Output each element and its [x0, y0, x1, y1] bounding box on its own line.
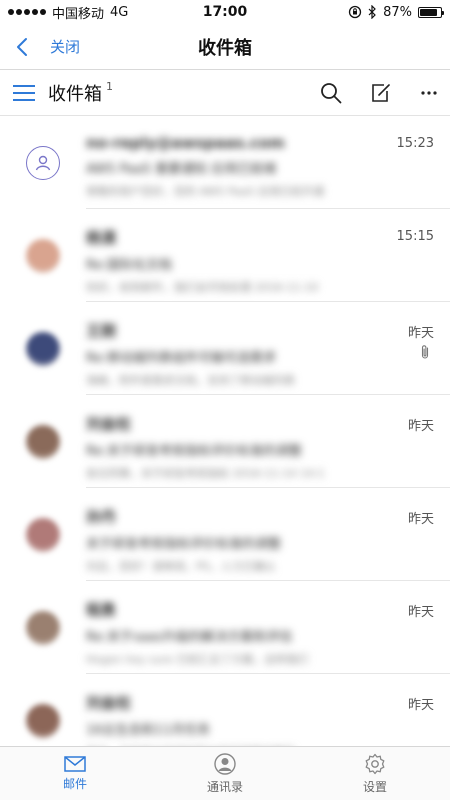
message-row[interactable]: 王刚 Re:移动端列表组件可输可选需求海峰，附件是需求文档，支持了移动端列表 昨天: [0, 302, 450, 395]
message-sender: 刘金柱: [86, 694, 132, 712]
folder-toolbar: 收件箱 1: [0, 70, 450, 116]
message-row[interactable]: 孙丹关于研发考核指标评价标准的调整 刘总，您好！请审阅，PS，人力已确认 昨天: [0, 488, 450, 581]
tab-bar: 邮件 通讯录 设置: [0, 746, 450, 800]
tab-contacts-label: 通讯录: [206, 779, 243, 794]
message-row[interactable]: 杨漠 Re:国际化文档你好，收到邮件，我们会尽快处理 2016-11-10 15:1…: [0, 209, 450, 302]
message-preview: 各位同事，关于研发考核指标 2016-11-14 14:1: [86, 467, 325, 480]
search-icon: [321, 82, 342, 103]
settings-icon: [365, 753, 385, 774]
status-left: 中国移动 4G: [8, 3, 348, 22]
avatar-container: [0, 302, 86, 395]
message-row[interactable]: 程勇 Re:关于saas升级的解决方案和评估 Hogen hey sure 已经汇总…: [0, 581, 450, 674]
chevron-left-icon: [17, 37, 27, 56]
message-subject: Re:国际化文档: [86, 258, 172, 273]
avatar: [26, 331, 60, 366]
message-sender: no-reply@awspaas.com: [86, 134, 285, 152]
avatar-container: [0, 395, 86, 488]
message-content: 刘金柱16云生态和11月任务各位，今年的工作目标和计划已经基本确定昨天: [86, 674, 450, 746]
message-content: 刘金柱 Re:关于研发考核指标评价标准的调整各位同事，关于研发考核指标 2016-…: [86, 395, 450, 488]
message-time: 15:23: [396, 136, 434, 151]
message-subject: 关于研发考核指标评价标准的调整: [86, 537, 282, 552]
message-time: 昨天: [407, 512, 434, 527]
message-sender: 刘金柱: [86, 415, 132, 433]
carrier-label: 中国移动: [52, 6, 105, 22]
message-content: 孙丹关于研发考核指标评价标准的调整 刘总，您好！请审阅，PS，人力已确认 昨天: [86, 488, 450, 581]
message-row[interactable]: 刘金柱16云生态和11月任务各位，今年的工作目标和计划已经基本确定昨天: [0, 674, 450, 746]
compose-icon: [372, 83, 390, 102]
message-time: 昨天: [407, 698, 434, 713]
message-preview: Hogen hey sure 已经汇总了方案，这样我们: [86, 653, 309, 666]
message-time: 昨天: [407, 605, 434, 620]
status-right: 87%: [348, 4, 444, 20]
status-bar: 中国移动 4G 17:00 87%: [0, 0, 450, 24]
search-button[interactable]: [320, 82, 342, 104]
avatar: [26, 424, 60, 459]
message-subject: Re:关于saas升级的解决方案和评估: [86, 630, 293, 645]
navigation-bar: 关闭 收件箱: [0, 24, 450, 70]
toolbar-actions: [320, 82, 438, 104]
avatar: [26, 517, 60, 552]
more-button[interactable]: [420, 90, 438, 96]
more-icon: [421, 90, 437, 95]
signal-strength-icon: [8, 9, 46, 15]
attachment-icon: [420, 344, 430, 364]
avatar: [26, 238, 60, 273]
message-time: 昨天: [407, 326, 434, 341]
menu-button[interactable]: [12, 84, 36, 102]
compose-button[interactable]: [370, 82, 392, 104]
message-content: no-reply@awspaas.com AWS PaaS 重要通知 应用已就绪尊…: [86, 116, 450, 209]
folder-title: 收件箱: [48, 83, 102, 105]
avatar: [26, 610, 60, 645]
message-preview: 尊敬的用户您好，您的 AWS PaaS 应用已经开通: [86, 185, 324, 198]
hamburger-icon: [13, 84, 35, 101]
close-button[interactable]: 关闭: [0, 36, 80, 57]
avatar-container: [0, 116, 86, 209]
tab-mail-label: 邮件: [62, 776, 87, 791]
tab-mail[interactable]: 邮件: [0, 747, 150, 800]
message-sender: 程勇: [86, 601, 117, 619]
message-row[interactable]: 刘金柱 Re:关于研发考核指标评价标准的调整各位同事，关于研发考核指标 2016-…: [0, 395, 450, 488]
bluetooth-icon: [368, 5, 376, 19]
avatar-container: [0, 674, 86, 746]
message-subject: 16云生态和11月任务: [86, 723, 211, 738]
avatar-container: [0, 581, 86, 674]
message-preview: 海峰，附件是需求文档，支持了移动端列表: [86, 374, 295, 387]
close-button-label: 关闭: [50, 38, 81, 56]
tab-contacts[interactable]: 通讯录: [150, 747, 300, 800]
message-preview: 刘总，您好！请审阅，PS，人力已确认: [86, 560, 276, 573]
avatar-container: [0, 488, 86, 581]
message-subject: Re:移动端列表组件可输可选需求: [86, 351, 276, 366]
message-preview: 你好，收到邮件，我们会尽快处理 2016-11-10: [86, 281, 319, 294]
message-sender: 杨漠: [86, 229, 117, 247]
unread-count: 1: [106, 80, 113, 93]
message-sender: 孙丹: [86, 508, 117, 526]
message-subject: AWS PaaS 重要通知 应用已就绪: [86, 162, 277, 177]
tab-settings-label: 设置: [362, 779, 387, 794]
avatar-container: [0, 209, 86, 302]
message-time: 昨天: [407, 419, 434, 434]
message-content: 程勇 Re:关于saas升级的解决方案和评估 Hogen hey sure 已经汇总…: [86, 581, 450, 674]
tab-settings[interactable]: 设置: [300, 747, 450, 800]
network-label: 4G: [110, 4, 129, 20]
message-content: 杨漠 Re:国际化文档你好，收到邮件，我们会尽快处理 2016-11-10 15:1…: [86, 209, 450, 302]
message-subject: Re:关于研发考核指标评价标准的调整: [86, 444, 302, 459]
default-avatar-icon: [26, 145, 60, 180]
message-row[interactable]: no-reply@awspaas.com AWS PaaS 重要通知 应用已就绪尊…: [0, 116, 450, 209]
contacts-icon: [214, 752, 236, 775]
rotation-lock-icon: [348, 5, 362, 19]
avatar: [26, 703, 60, 738]
message-content: 王刚 Re:移动端列表组件可输可选需求海峰，附件是需求文档，支持了移动端列表 昨天: [86, 302, 450, 395]
mail-icon: [64, 755, 86, 772]
battery-icon: [418, 6, 444, 18]
message-list: no-reply@awspaas.com AWS PaaS 重要通知 应用已就绪尊…: [0, 116, 450, 746]
message-time: 15:15: [396, 229, 434, 244]
message-sender: 王刚: [86, 322, 117, 340]
battery-percent: 87%: [383, 4, 412, 20]
